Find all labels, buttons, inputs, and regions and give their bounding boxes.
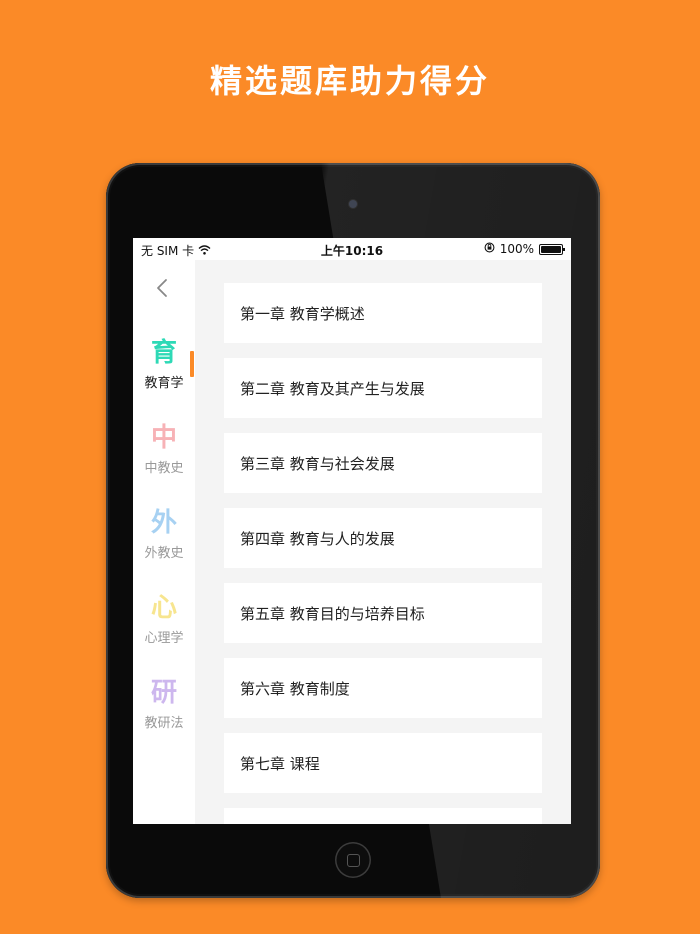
chapter-item[interactable]: 第三章 教育与社会发展 (224, 433, 542, 493)
category-education[interactable]: 育 教育学 (133, 338, 195, 391)
category-label: 教研法 (144, 716, 184, 731)
back-button[interactable] (155, 278, 171, 298)
category-glyph: 心 (150, 593, 177, 623)
category-glyph: 中 (150, 423, 177, 453)
headline: 精选题库助力得分 (209, 62, 490, 100)
category-glyph: 育 (150, 338, 177, 368)
category-sidebar: 育 教育学 中 中教史 外 外教史 心 心理学 研 教研法 (133, 260, 195, 824)
category-glyph: 研 (150, 678, 177, 708)
chapter-item[interactable]: 第五章 教育目的与培养目标 (224, 583, 542, 643)
chapter-item[interactable]: 第四章 教育与人的发展 (224, 508, 542, 568)
chapter-item[interactable]: 第二章 教育及其产生与发展 (224, 358, 542, 418)
chapter-item[interactable]: 第七章 课程 (224, 733, 542, 793)
battery-icon (539, 243, 565, 255)
app-screen: 无 SIM 卡 上午10:16 100% 育 教育学 中 中教史 外 外教史 心… (133, 238, 571, 824)
camera (349, 200, 357, 208)
category-label: 心理学 (144, 631, 184, 646)
active-indicator (190, 351, 194, 377)
category-label: 教育学 (144, 376, 184, 391)
chapter-item[interactable]: 第一章 教育学概述 (224, 283, 542, 343)
category-psychology[interactable]: 心 心理学 (133, 593, 195, 646)
battery-percent: 100% (499, 242, 534, 256)
chapter-item[interactable]: 第六章 教育制度 (224, 658, 542, 718)
category-label: 外教史 (144, 546, 184, 561)
tablet-frame: 无 SIM 卡 上午10:16 100% 育 教育学 中 中教史 外 外教史 心… (106, 163, 600, 898)
category-research-methods[interactable]: 研 教研法 (133, 678, 195, 731)
category-glyph: 外 (150, 508, 177, 538)
chevron-left-icon (155, 278, 171, 298)
home-button[interactable] (335, 842, 371, 878)
rotation-lock-icon (484, 242, 495, 256)
status-bar: 无 SIM 卡 上午10:16 100% (133, 238, 571, 260)
category-chinese-education-history[interactable]: 中 中教史 (133, 423, 195, 476)
chapter-item[interactable] (224, 808, 542, 824)
chapter-list: 第一章 教育学概述 第二章 教育及其产生与发展 第三章 教育与社会发展 第四章 … (224, 283, 542, 824)
home-square-icon (347, 854, 360, 867)
category-label: 中教史 (144, 461, 184, 476)
category-foreign-education-history[interactable]: 外 外教史 (133, 508, 195, 561)
